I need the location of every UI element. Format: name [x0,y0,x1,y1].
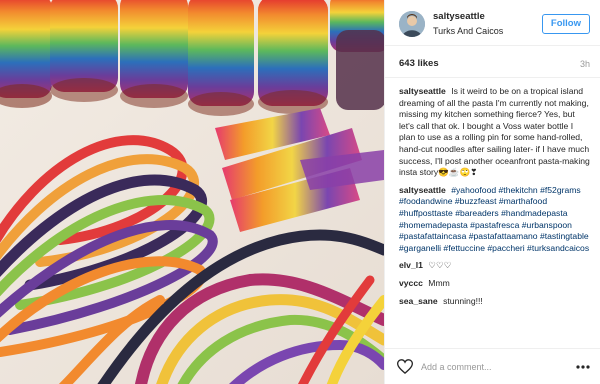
post-time[interactable]: 3h [580,59,590,69]
caption-text: Is it weird to be on a tropical island d… [399,86,590,178]
post-sidebar: saltyseattle Turks And Caicos Follow 643… [384,0,600,384]
comment-text: Mmm [428,277,450,288]
more-options-icon[interactable] [576,364,590,369]
likes-count[interactable]: 643 likes [399,58,439,69]
likes-row: 643 likes 3h [385,46,600,78]
location-link[interactable]: Turks And Caicos [433,25,542,37]
instagram-post: saltyseattle Turks And Caicos Follow 643… [0,0,600,384]
comments-list: saltyseattle Is it weird to be on a trop… [385,78,600,348]
hashtag-comment: saltyseattle #yahoofood #thekitchn #f52g… [399,185,590,255]
list-item: elv_l1 ♡♡♡ [399,260,590,272]
post-header: saltyseattle Turks And Caicos Follow [385,0,600,46]
comment-text: stunning!!! [443,295,483,306]
comment-username[interactable]: sea_sane [399,296,438,306]
header-meta: saltyseattle Turks And Caicos [433,11,542,37]
follow-button[interactable]: Follow [541,13,590,34]
comment-username[interactable]: elv_l1 [399,260,423,270]
comment-username[interactable]: vyccc [399,278,423,288]
username-link[interactable]: saltyseattle [433,11,542,23]
rainbow-pasta-photo [0,0,384,384]
hashtag-comment-username[interactable]: saltyseattle [399,185,446,195]
caption-username[interactable]: saltyseattle [399,86,446,96]
caption: saltyseattle Is it weird to be on a trop… [399,86,590,179]
avatar[interactable] [399,10,425,37]
comment-text: ♡♡♡ [428,260,452,271]
list-item: vyccc Mmm [399,278,590,290]
heart-icon[interactable] [397,359,413,374]
post-photo[interactable] [0,0,384,384]
comment-bar: Add a comment... [385,348,600,384]
avatar-image [399,10,425,37]
list-item: sea_sane stunning!!! [399,296,590,308]
add-comment-input[interactable]: Add a comment... [421,362,576,372]
